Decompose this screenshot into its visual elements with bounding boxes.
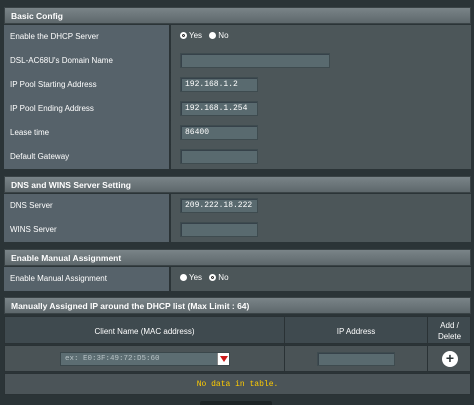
dhcp-server-page: Basic Config Enable the DHCP Server Yes … [0,0,474,405]
dropdown-arrow-icon[interactable] [217,353,229,365]
wins-server-row: WINS Server [4,218,471,242]
manual-assignment-field: Yes No [171,267,471,291]
assigned-list-table-header: Client Name (MAC address) IP Address Add… [4,316,471,345]
manual-assignment-radio-group: Yes No [180,273,234,282]
dns-server-field: 209.222.18.222 [171,194,471,218]
add-plus-icon[interactable]: + [442,351,458,367]
pool-end-input[interactable]: 192.168.1.254 [180,101,258,116]
dhcp-no-radio[interactable] [209,32,217,39]
dns-server-input[interactable]: 209.222.18.222 [180,198,258,213]
dhcp-server-row: Enable the DHCP Server Yes No [4,25,471,49]
pool-start-label: IP Pool Starting Address [4,73,170,97]
dhcp-no-label[interactable]: No [218,31,228,40]
manual-yes-radio[interactable] [180,274,187,281]
domain-name-field [171,49,471,73]
wins-server-field [171,218,471,242]
pool-end-label: IP Pool Ending Address [4,97,170,121]
dhcp-server-label: Enable the DHCP Server [4,25,170,49]
default-gateway-row: Default Gateway [4,145,471,169]
manual-assignment-row: Enable Manual Assignment Yes No [4,267,471,291]
pool-start-input[interactable]: 192.168.1.2 [180,77,258,92]
basic-config-header: Basic Config [4,7,471,24]
ip-cell [285,346,428,372]
mac-address-select[interactable]: ex: E0:3F:49:72:D5:60 [60,352,230,366]
wins-server-input[interactable] [180,222,258,237]
pool-start-row: IP Pool Starting Address 192.168.1.2 [4,73,471,97]
dns-server-row: DNS Server 209.222.18.222 [4,194,471,218]
manual-assignment-header: Enable Manual Assignment [4,249,471,266]
assigned-ip-input[interactable] [317,352,395,366]
column-ip-address: IP Address [285,317,428,345]
default-gateway-label: Default Gateway [4,145,170,169]
column-add-delete: Add / Delete [428,317,471,345]
dhcp-yes-label[interactable]: Yes [189,31,202,40]
lease-time-row: Lease time 86400 [4,121,471,145]
wins-server-label: WINS Server [4,218,170,242]
lease-time-input[interactable]: 86400 [180,125,258,140]
dns-server-label: DNS Server [4,194,170,218]
mac-address-placeholder: ex: E0:3F:49:72:D5:60 [65,355,160,363]
column-delete-label: Delete [437,332,462,341]
manual-yes-label[interactable]: Yes [189,273,202,282]
manual-no-label[interactable]: No [218,273,228,282]
dhcp-server-radio-group: Yes No [180,31,234,40]
client-cell: ex: E0:3F:49:72:D5:60 [5,346,285,372]
manual-assignment-label: Enable Manual Assignment [4,267,170,291]
manual-no-radio[interactable] [209,274,217,281]
lease-time-label: Lease time [4,121,170,145]
default-gateway-input[interactable] [180,149,258,164]
domain-name-row: DSL-AC68U's Domain Name [4,49,471,73]
domain-name-input[interactable] [180,53,330,68]
domain-name-label: DSL-AC68U's Domain Name [4,49,170,73]
empty-table-message: No data in table. [4,373,471,395]
dhcp-yes-radio[interactable] [180,32,187,39]
apply-button[interactable] [200,401,272,405]
dns-wins-header: DNS and WINS Server Setting [4,176,471,193]
add-cell: + [428,346,471,372]
pool-start-field: 192.168.1.2 [171,73,471,97]
default-gateway-field [171,145,471,169]
pool-end-field: 192.168.1.254 [171,97,471,121]
assigned-list-header: Manually Assigned IP around the DHCP lis… [4,297,471,314]
lease-time-field: 86400 [171,121,471,145]
dhcp-server-field: Yes No [171,25,471,49]
column-add-label: Add / [440,321,459,330]
assigned-list-input-row: ex: E0:3F:49:72:D5:60 + [4,345,471,372]
pool-end-row: IP Pool Ending Address 192.168.1.254 [4,97,471,121]
column-client-name: Client Name (MAC address) [5,317,285,345]
